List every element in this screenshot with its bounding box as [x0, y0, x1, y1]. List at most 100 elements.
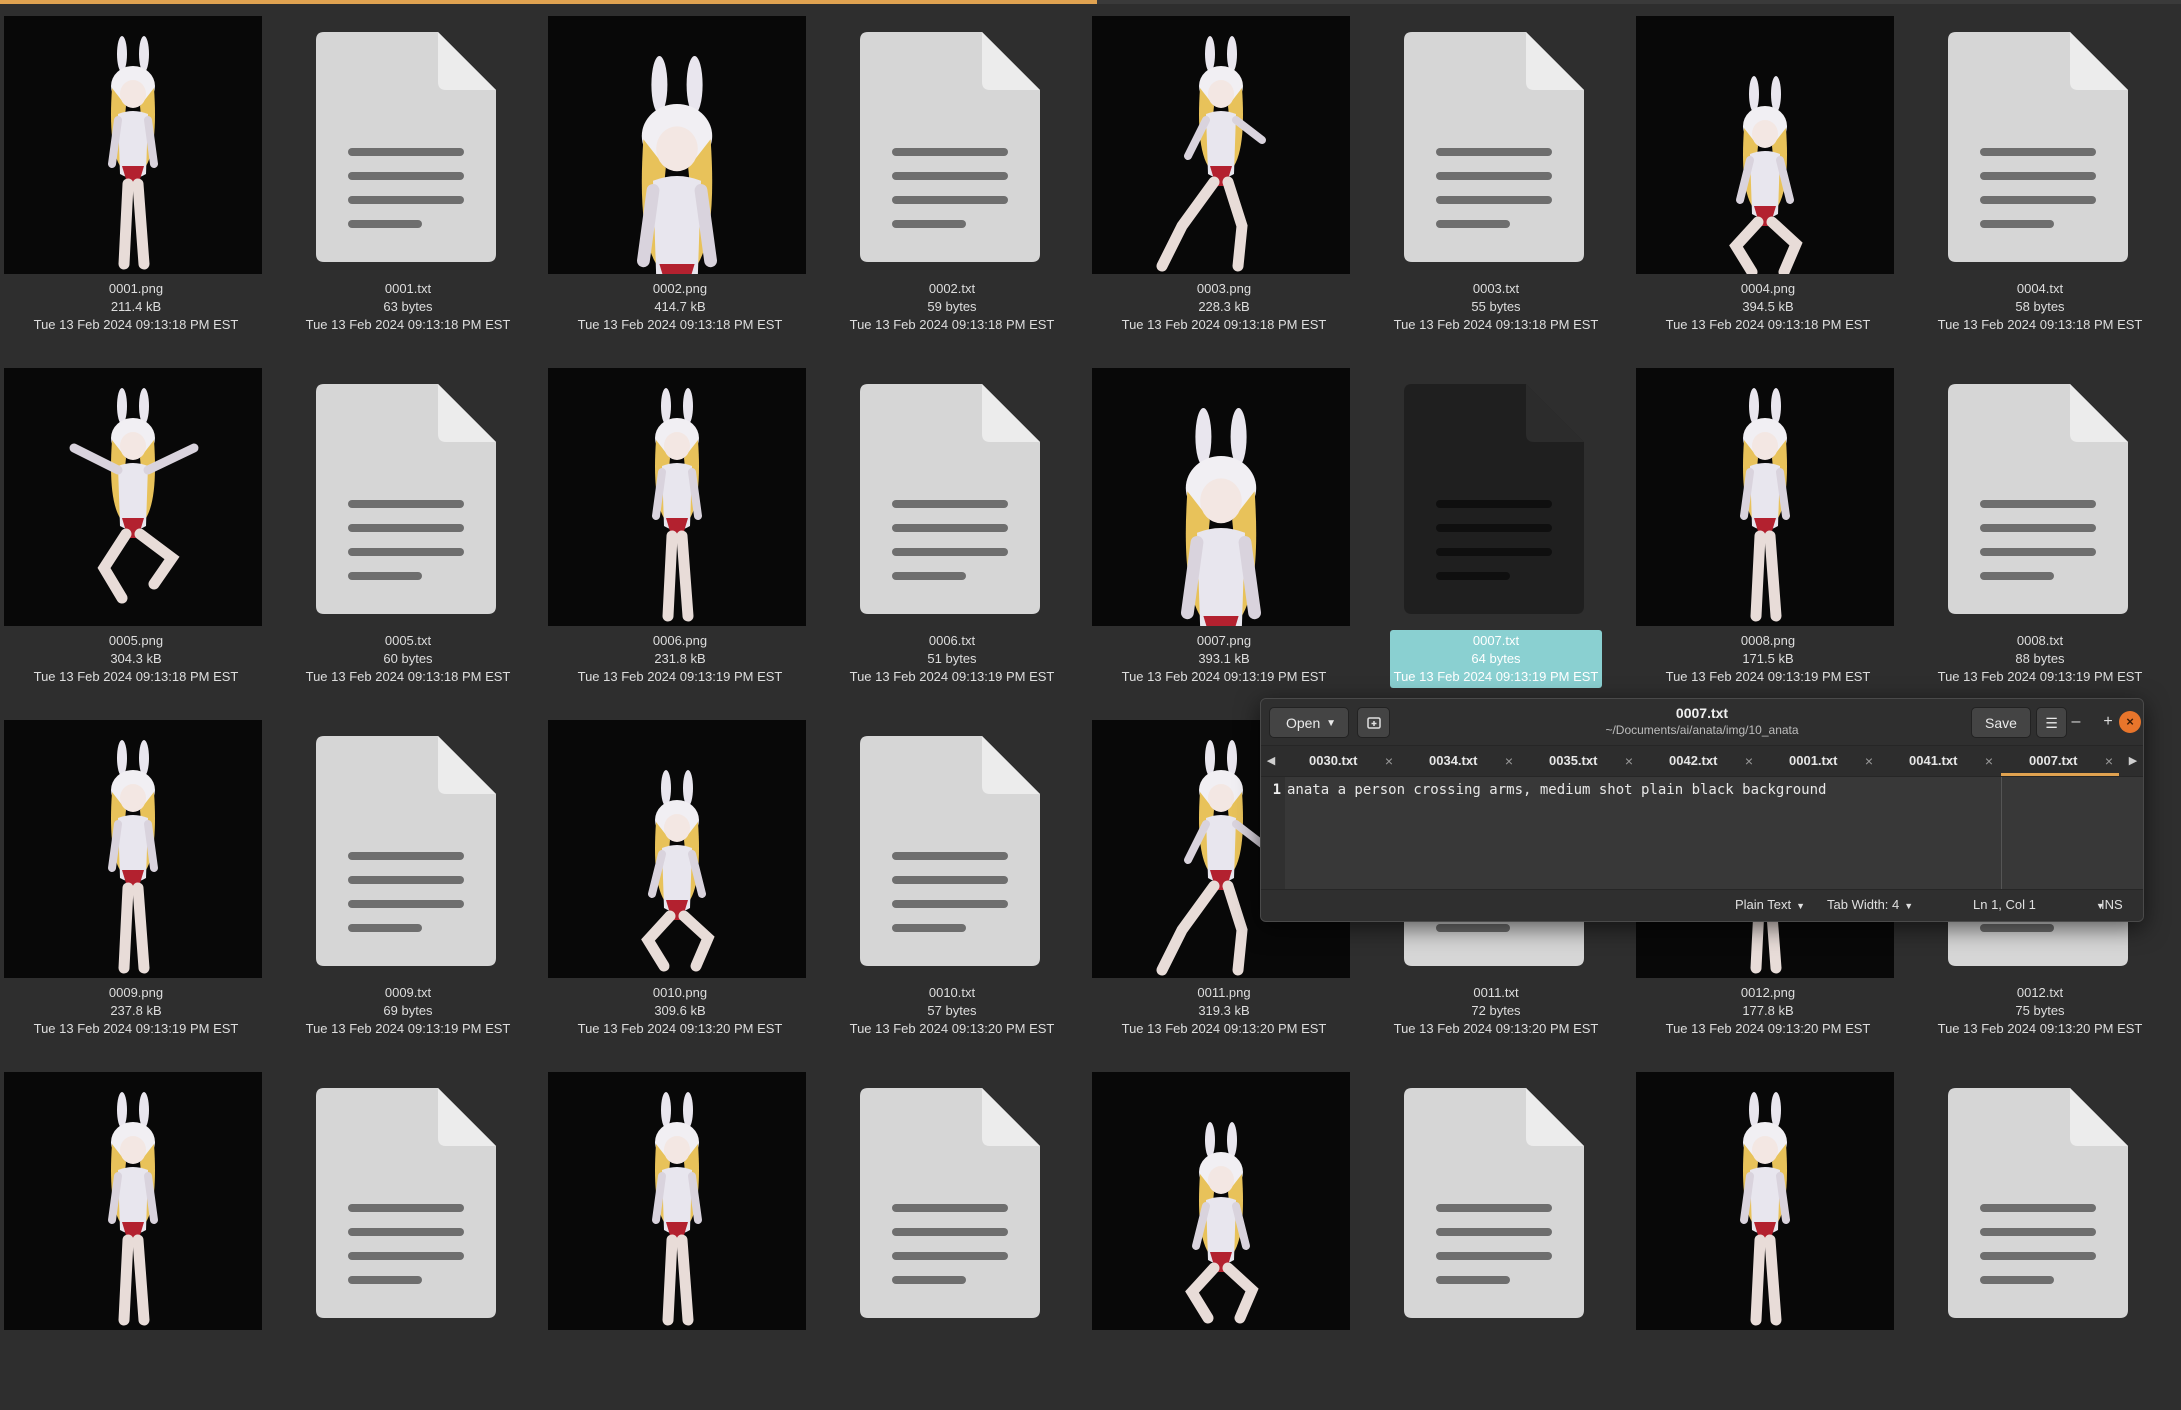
text-document-icon	[860, 32, 1040, 262]
text-edit-area[interactable]: 1 anata a person crossing arms, medium s…	[1261, 777, 2143, 889]
image-file-item[interactable]: 0004.png 394.5 kB Tue 13 Feb 2024 09:13:18…	[1632, 14, 1904, 354]
image-file-item[interactable]: 0007.png 393.1 kB Tue 13 Feb 2024 09:13:19…	[1088, 366, 1360, 706]
file-name: 0005.png	[108, 633, 164, 648]
image-file-item[interactable]: 0003.png 228.3 kB Tue 13 Feb 2024 09:13:18…	[1088, 14, 1360, 354]
tab-close-icon[interactable]: ×	[1865, 746, 1873, 776]
file-size: 72 bytes	[1471, 1003, 1521, 1018]
image-file-item[interactable]: 0009.png 237.8 kB Tue 13 Feb 2024 09:13:19…	[0, 718, 272, 1058]
loading-progress-track	[1097, 0, 2181, 4]
file-caption: 0009.png 237.8 kB Tue 13 Feb 2024 09:13:19…	[0, 982, 272, 1040]
editor-tab[interactable]: 0007.txt ×	[2001, 746, 2119, 776]
open-button[interactable]: Open ▼	[1269, 707, 1349, 738]
editor-tab[interactable]: 0042.txt ×	[1641, 746, 1759, 776]
file-name: 0007.png	[1196, 633, 1252, 648]
cursor-position-selector[interactable]: Ln 1, Col 1 ▼	[1973, 890, 2105, 921]
image-file-item[interactable]	[1088, 1070, 1360, 1410]
file-caption-box: 0002.png 414.7 kB Tue 13 Feb 2024 09:13:18…	[574, 278, 787, 336]
text-file-item[interactable]	[816, 1070, 1088, 1410]
tab-width-label: Tab Width: 4	[1827, 897, 1900, 912]
file-name: 0007.txt	[1472, 633, 1520, 648]
image-file-item[interactable]	[544, 1070, 816, 1410]
language-label: Plain Text	[1735, 897, 1792, 912]
file-size: 58 bytes	[2015, 299, 2065, 314]
editor-tab[interactable]: 0035.txt ×	[1521, 746, 1639, 776]
file-caption: 0005.png 304.3 kB Tue 13 Feb 2024 09:13:18…	[0, 630, 272, 688]
file-size: 228.3 kB	[1198, 299, 1250, 314]
file-caption: 0011.txt 72 bytes Tue 13 Feb 2024 09:13:20…	[1360, 982, 1632, 1040]
file-caption: 0010.png 309.6 kB Tue 13 Feb 2024 09:13:20…	[544, 982, 816, 1040]
image-file-item[interactable]: 0002.png 414.7 kB Tue 13 Feb 2024 09:13:18…	[544, 14, 816, 354]
editor-tab[interactable]: 0001.txt ×	[1761, 746, 1879, 776]
file-date: Tue 13 Feb 2024 09:13:19 PM EST	[1393, 669, 1599, 684]
image-file-item[interactable]: 0005.png 304.3 kB Tue 13 Feb 2024 09:13:18…	[0, 366, 272, 706]
file-caption-box: 0006.png 231.8 kB Tue 13 Feb 2024 09:13:19…	[574, 630, 787, 688]
file-caption-box: 0010.txt 57 bytes Tue 13 Feb 2024 09:13:20…	[846, 982, 1059, 1040]
text-document-icon	[316, 32, 496, 262]
minimize-button[interactable]: –	[2065, 711, 2087, 733]
image-file-item[interactable]	[0, 1070, 272, 1410]
file-date: Tue 13 Feb 2024 09:13:18 PM EST	[1665, 317, 1871, 332]
file-caption: 0002.txt 59 bytes Tue 13 Feb 2024 09:13:18…	[816, 278, 1088, 336]
file-date: Tue 13 Feb 2024 09:13:20 PM EST	[849, 1021, 1055, 1036]
image-file-item[interactable]: 0001.png 211.4 kB Tue 13 Feb 2024 09:13:18…	[0, 14, 272, 354]
document-text[interactable]: anata a person crossing arms, medium sho…	[1287, 782, 1826, 798]
editor-tab[interactable]: 0041.txt ×	[1881, 746, 1999, 776]
text-file-item[interactable]: 0005.txt 60 bytes Tue 13 Feb 2024 09:13:18…	[272, 366, 544, 706]
new-tab-button[interactable]	[1357, 707, 1390, 738]
tab-width-selector[interactable]: Tab Width: 4 ▼	[1827, 890, 1913, 921]
tab-close-icon[interactable]: ×	[1505, 746, 1513, 776]
text-file-item[interactable]: 0004.txt 58 bytes Tue 13 Feb 2024 09:13:18…	[1904, 14, 2176, 354]
tab-label: 0001.txt	[1789, 753, 1838, 768]
text-file-item[interactable]: 0002.txt 59 bytes Tue 13 Feb 2024 09:13:18…	[816, 14, 1088, 354]
text-file-item[interactable]: 0001.txt 63 bytes Tue 13 Feb 2024 09:13:18…	[272, 14, 544, 354]
text-file-item[interactable]	[1904, 1070, 2176, 1410]
image-thumbnail	[4, 368, 262, 626]
text-file-item[interactable]	[272, 1070, 544, 1410]
file-size: 394.5 kB	[1742, 299, 1794, 314]
editor-tab[interactable]: 0030.txt ×	[1281, 746, 1399, 776]
file-caption: 0009.txt 69 bytes Tue 13 Feb 2024 09:13:19…	[272, 982, 544, 1040]
editor-header-bar: Open ▼ 0007.txt ~/Documents/ai/anata/img…	[1261, 699, 2143, 746]
text-file-item[interactable]	[1360, 1070, 1632, 1410]
text-file-item[interactable]: 0010.txt 57 bytes Tue 13 Feb 2024 09:13:20…	[816, 718, 1088, 1058]
close-window-button[interactable]: ×	[2119, 711, 2141, 733]
text-file-item[interactable]: 0006.txt 51 bytes Tue 13 Feb 2024 09:13:19…	[816, 366, 1088, 706]
tab-close-icon[interactable]: ×	[1745, 746, 1753, 776]
image-file-item[interactable]	[1632, 1070, 1904, 1410]
language-selector[interactable]: Plain Text ▼	[1735, 890, 1805, 921]
text-document-icon	[1948, 1088, 2128, 1318]
text-file-item[interactable]: 0003.txt 55 bytes Tue 13 Feb 2024 09:13:18…	[1360, 14, 1632, 354]
file-name: 0009.png	[108, 985, 164, 1000]
file-caption: 0011.png 319.3 kB Tue 13 Feb 2024 09:13:20…	[1088, 982, 1360, 1040]
file-name: 0010.png	[652, 985, 708, 1000]
file-caption: 0008.txt 88 bytes Tue 13 Feb 2024 09:13:19…	[1904, 630, 2176, 688]
tab-scroll-right-icon[interactable]: ▶	[2123, 746, 2143, 776]
editor-status-bar: Plain Text ▼ Tab Width: 4 ▼ Ln 1, Col 1 ▼ I…	[1261, 889, 2143, 921]
tab-close-icon[interactable]: ×	[1385, 746, 1393, 776]
editor-tab[interactable]: 0034.txt ×	[1401, 746, 1519, 776]
save-button[interactable]: Save	[1971, 707, 2031, 738]
text-file-item[interactable]: 0008.txt 88 bytes Tue 13 Feb 2024 09:13:19…	[1904, 366, 2176, 706]
file-caption-box: 0006.txt 51 bytes Tue 13 Feb 2024 09:13:19…	[846, 630, 1059, 688]
tab-close-icon[interactable]: ×	[1985, 746, 1993, 776]
file-caption: 0001.png 211.4 kB Tue 13 Feb 2024 09:13:18…	[0, 278, 272, 336]
hamburger-menu-button[interactable]: ☰	[2036, 707, 2067, 738]
tab-scroll-left-icon[interactable]: ◀	[1261, 746, 1281, 776]
file-caption-box: 0011.png 319.3 kB Tue 13 Feb 2024 09:13:20…	[1118, 982, 1331, 1040]
file-size: 75 bytes	[2015, 1003, 2065, 1018]
file-caption-box: 0005.png 304.3 kB Tue 13 Feb 2024 09:13:18…	[30, 630, 243, 688]
image-file-item[interactable]: 0008.png 171.5 kB Tue 13 Feb 2024 09:13:19…	[1632, 366, 1904, 706]
tab-close-icon[interactable]: ×	[2105, 746, 2113, 776]
file-name: 0001.txt	[384, 281, 432, 296]
image-file-item[interactable]: 0006.png 231.8 kB Tue 13 Feb 2024 09:13:19…	[544, 366, 816, 706]
text-file-item[interactable]: 0007.txt 64 bytes Tue 13 Feb 2024 09:13:19…	[1360, 366, 1632, 706]
file-caption-box: 0012.txt 75 bytes Tue 13 Feb 2024 09:13:20…	[1934, 982, 2147, 1040]
file-caption: 0003.png 228.3 kB Tue 13 Feb 2024 09:13:18…	[1088, 278, 1360, 336]
insert-mode-indicator[interactable]: INS	[2101, 890, 2123, 920]
tab-close-icon[interactable]: ×	[1625, 746, 1633, 776]
file-date: Tue 13 Feb 2024 09:13:19 PM EST	[577, 669, 783, 684]
maximize-button[interactable]: +	[2097, 711, 2119, 733]
file-date: Tue 13 Feb 2024 09:13:20 PM EST	[1121, 1021, 1327, 1036]
image-file-item[interactable]: 0010.png 309.6 kB Tue 13 Feb 2024 09:13:20…	[544, 718, 816, 1058]
text-file-item[interactable]: 0009.txt 69 bytes Tue 13 Feb 2024 09:13:19…	[272, 718, 544, 1058]
